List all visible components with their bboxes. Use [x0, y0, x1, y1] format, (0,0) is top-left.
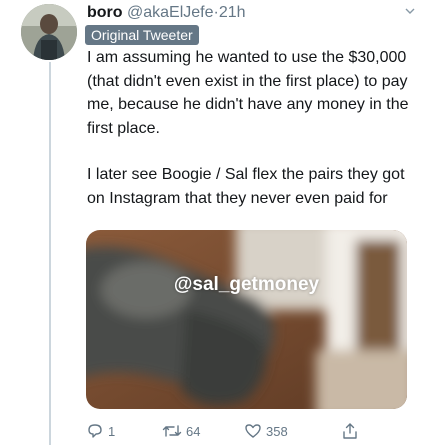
- like-count: 358: [266, 423, 288, 439]
- original-tweeter-badge: Original Tweeter: [85, 25, 199, 45]
- tweet-paragraph: I am assuming he wanted to use the $30,0…: [87, 49, 409, 137]
- avatar[interactable]: [21, 4, 77, 60]
- retweet-count: 64: [186, 423, 201, 439]
- user-handle[interactable]: @akaElJefe: [127, 4, 214, 21]
- retweet-button[interactable]: 64: [162, 420, 200, 442]
- tweet-paragraph: I later see Boogie / Sal flex the pairs …: [87, 166, 405, 207]
- display-name[interactable]: boro: [87, 4, 123, 21]
- reply-icon: [88, 424, 102, 438]
- like-button[interactable]: 358: [244, 420, 288, 442]
- reply-button[interactable]: 1: [86, 420, 115, 442]
- like-icon: [245, 424, 261, 438]
- thread-line: [49, 62, 51, 445]
- tweet-actions: 1 64 358: [86, 420, 376, 442]
- tweet-media[interactable]: @sal_getmoney: [86, 230, 407, 409]
- tweet-body: I am assuming he wanted to use the $30,0…: [87, 46, 417, 210]
- share-icon: [343, 423, 357, 439]
- chevron-down-icon[interactable]: [405, 6, 415, 16]
- retweet-icon: [162, 425, 182, 437]
- share-button[interactable]: [341, 420, 359, 442]
- tweet-header: boro @akaElJefe·21h: [87, 2, 418, 24]
- reply-count: 1: [108, 423, 116, 439]
- timestamp[interactable]: 21h: [219, 4, 246, 21]
- media-overlay-text: @sal_getmoney: [173, 274, 320, 295]
